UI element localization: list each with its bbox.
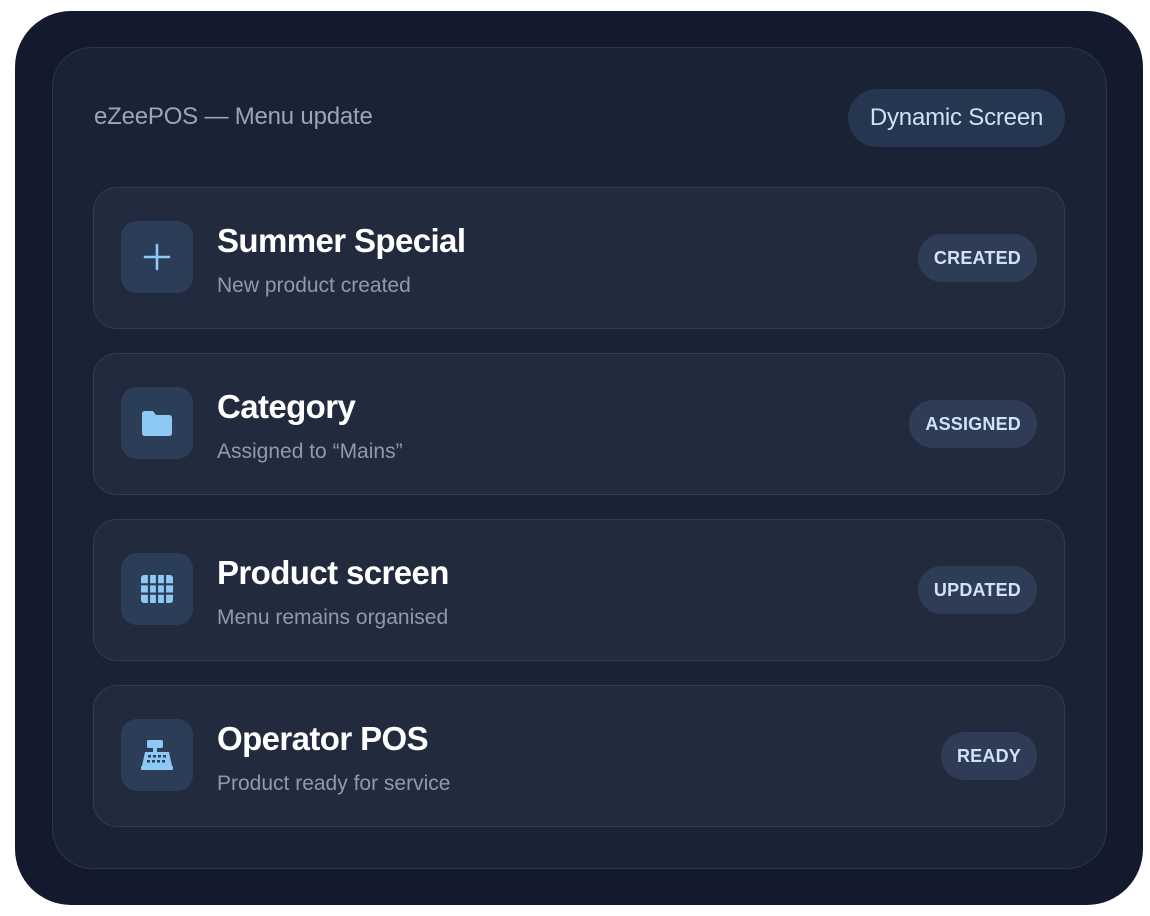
step-title: Product screen [217, 554, 449, 591]
step-subtitle: New product created [217, 274, 411, 297]
step-title: Category [217, 388, 356, 425]
step-card-category[interactable]: Category Assigned to “Mains” ASSIGNED [93, 353, 1065, 495]
folder-icon [121, 387, 193, 459]
status-badge: ASSIGNED [909, 400, 1037, 448]
step-subtitle: Menu remains organised [217, 606, 449, 629]
cash-register-icon [121, 719, 193, 791]
step-subtitle: Product ready for service [217, 772, 451, 795]
step-title: Operator POS [217, 720, 429, 757]
step-subtitle: Assigned to “Mains” [217, 440, 403, 463]
grid-icon [121, 553, 193, 625]
status-badge: UPDATED [917, 566, 1037, 614]
dynamic-screen-badge: Dynamic Screen [848, 89, 1065, 147]
status-badge: CREATED [917, 234, 1037, 282]
status-badge: READY [940, 732, 1037, 780]
step-title: Summer Special [217, 222, 466, 259]
step-card-summer-special[interactable]: Summer Special New product created CREAT… [93, 187, 1065, 329]
step-card-operator-pos[interactable]: Operator POS Product ready for service R… [93, 685, 1065, 827]
plus-icon [121, 221, 193, 293]
app-title: eZeePOS — Menu update [94, 103, 373, 130]
step-card-product-screen[interactable]: Product screen Menu remains organised UP… [93, 519, 1065, 661]
